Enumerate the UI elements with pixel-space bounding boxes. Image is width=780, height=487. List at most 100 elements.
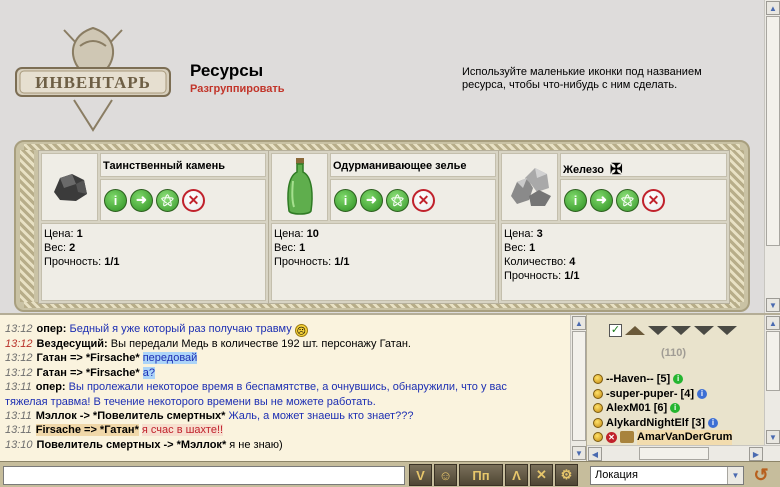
prop-row: Количество: 4 xyxy=(504,256,576,268)
info-icon[interactable]: i xyxy=(334,188,357,212)
prop-row: Цена: 10 xyxy=(274,228,319,240)
scroll-down-icon[interactable]: ▼ xyxy=(572,446,586,460)
users-hscrollbar[interactable]: ◀ ▶ xyxy=(587,445,780,461)
user-item[interactable]: AlexM01 [6] i xyxy=(593,401,732,416)
item-image[interactable] xyxy=(271,153,328,221)
use-icon[interactable]: ➜ xyxy=(590,188,613,212)
item-actions: i ➜ ⚝ ✕ xyxy=(560,179,727,221)
tool-button[interactable]: V xyxy=(409,464,432,486)
sort-up-icon[interactable] xyxy=(625,326,645,335)
user-item[interactable]: -super-puper- [4] i xyxy=(593,387,732,402)
info-icon[interactable]: i xyxy=(697,388,707,399)
info-icon[interactable]: i xyxy=(564,188,587,212)
item-image[interactable] xyxy=(41,153,98,221)
use-icon[interactable]: ➜ xyxy=(130,188,153,212)
scroll-thumb[interactable] xyxy=(572,331,586,441)
scroll-down-icon[interactable]: ▼ xyxy=(766,298,780,312)
user-status-icon xyxy=(593,388,603,399)
sad-smiley-icon: ☹ xyxy=(294,324,308,337)
users-scrollbar[interactable]: ▲ ▼ xyxy=(764,315,780,445)
filter-checkbox[interactable]: ✓ xyxy=(609,324,622,337)
item-card: Одурманивающее зелье i ➜ ⚝ ✕ Цена: 10 Ве… xyxy=(269,151,499,303)
chat-line: 13:10 Повелитель смертных -> *Мэллок* я н… xyxy=(5,438,283,451)
send-icon[interactable]: ⚝ xyxy=(386,188,409,212)
info-icon[interactable]: i xyxy=(708,417,719,428)
green-potion-icon xyxy=(286,158,313,215)
chat-scrollbar[interactable]: ▲ ▼ xyxy=(570,315,586,461)
send-icon[interactable]: ⚝ xyxy=(616,188,639,212)
scroll-thumb[interactable] xyxy=(639,447,709,460)
inventory-panel: ИНВЕНТАРЬ Ресурсы Разгруппировать Исполь… xyxy=(0,0,780,313)
smiley-button[interactable]: ☺ xyxy=(434,464,457,486)
location-select[interactable]: Локация ▼ xyxy=(590,466,744,485)
clear-button[interactable]: ✕ xyxy=(530,464,553,486)
user-item[interactable]: --Haven-- [5] i xyxy=(593,372,732,387)
chevron-down-icon[interactable]: ▼ xyxy=(727,467,743,484)
chat-line: 13:12 Гатан => *Firsache* передовай xyxy=(5,352,198,365)
tool-button[interactable]: Λ xyxy=(505,464,528,486)
craft-cross-icon: ✠ xyxy=(609,161,623,178)
chat-line: 13:11 Firsache => *Гатан* я счас в шахте!… xyxy=(5,424,224,437)
chat-line: 13:12 Вездесущий: Вы передали Медь в коли… xyxy=(5,338,411,350)
item-props: Цена: 10 Вес: 1 Прочность: 1/1 xyxy=(271,223,496,301)
use-icon[interactable]: ➜ xyxy=(360,188,383,212)
refresh-icon[interactable]: ↺ xyxy=(750,465,772,485)
user-status-icon xyxy=(593,403,603,414)
user-status-icon xyxy=(593,417,603,428)
sort-down-icon[interactable] xyxy=(671,326,691,335)
chat-line: 13:11 oпер: Вы пролежали некоторое время … xyxy=(5,381,507,394)
scroll-thumb[interactable] xyxy=(766,331,780,391)
scroll-left-icon[interactable]: ◀ xyxy=(588,447,602,461)
chat-line: 13:12 Гатан => *Firsache* а? xyxy=(5,366,155,379)
item-actions: i ➜ ⚝ ✕ xyxy=(100,179,266,221)
sort-down-icon[interactable] xyxy=(694,326,714,335)
user-item[interactable]: ✕ AmarVanDerGrum xyxy=(593,430,733,445)
prop-row: Вес: 2 xyxy=(44,242,76,254)
prop-row: Прочность: 1/1 xyxy=(274,256,350,268)
info-icon[interactable]: i xyxy=(104,188,127,212)
stone-icon xyxy=(53,174,87,201)
user-item[interactable]: AlykardNightElf [3] i xyxy=(593,416,732,431)
translit-button[interactable]: Пп xyxy=(459,464,503,486)
user-status-icon xyxy=(593,374,603,385)
items-frame: Таинственный камень i ➜ ⚝ ✕ Цена: 1 Вес:… xyxy=(14,140,750,312)
item-actions: i ➜ ⚝ ✕ xyxy=(330,179,496,221)
scroll-up-icon[interactable]: ▲ xyxy=(766,1,780,15)
settings-button[interactable]: ⚙ xyxy=(555,464,578,486)
online-icon: i xyxy=(670,403,681,414)
scroll-up-icon[interactable]: ▲ xyxy=(766,316,780,330)
chat-line: тяжелая травма! В течение некоторого вре… xyxy=(5,395,376,408)
prop-row: Прочность: 1/1 xyxy=(504,270,580,282)
delete-icon[interactable]: ✕ xyxy=(642,188,665,212)
online-icon: i xyxy=(673,374,684,385)
bottom-bar: V ☺ Пп Λ ✕ ⚙ Локация ▼ ↺ xyxy=(0,461,780,487)
clan-emblem-icon xyxy=(620,431,634,444)
item-image[interactable] xyxy=(501,153,558,221)
prop-row: Прочность: 1/1 xyxy=(44,256,120,268)
scroll-thumb[interactable] xyxy=(766,16,780,246)
prop-row: Цена: 1 xyxy=(44,228,83,240)
send-icon[interactable]: ⚝ xyxy=(156,188,179,212)
inventory-scrollbar[interactable]: ▲ ▼ xyxy=(764,0,780,313)
delete-icon[interactable]: ✕ xyxy=(412,188,435,212)
item-name: Железо ✠ xyxy=(560,153,727,178)
users-toolbar: ✓ xyxy=(609,324,737,337)
item-props: Цена: 3 Вес: 1 Количество: 4 Прочность: … xyxy=(501,223,727,301)
items-grid: Таинственный камень i ➜ ⚝ ✕ Цена: 1 Вес:… xyxy=(38,150,730,304)
scroll-right-icon[interactable]: ▶ xyxy=(749,447,763,461)
sort-down-icon[interactable] xyxy=(648,326,668,335)
delete-icon[interactable]: ✕ xyxy=(182,188,205,212)
ungroup-link[interactable]: Разгруппировать xyxy=(190,83,285,95)
item-props: Цена: 1 Вес: 2 Прочность: 1/1 xyxy=(41,223,266,301)
item-card: Таинственный камень i ➜ ⚝ ✕ Цена: 1 Вес:… xyxy=(39,151,269,303)
sort-down-icon[interactable] xyxy=(717,326,737,335)
chat-line: 13:11 Мэллок -> *Повелитель смертных* Жал… xyxy=(5,410,414,423)
scroll-up-icon[interactable]: ▲ xyxy=(572,316,586,330)
help-text: Используйте маленькие иконки под названи… xyxy=(462,66,702,91)
chat-log: 13:12 oпер: Бедный я уже который раз полу… xyxy=(0,313,586,461)
chat-toolbar: V ☺ Пп Λ ✕ ⚙ xyxy=(409,464,578,486)
users-list: --Haven-- [5] i -super-puper- [4] i Alex… xyxy=(593,372,733,445)
item-card: Железо ✠ i ➜ ⚝ ✕ Цена: 3 Вес: 1 Количеств… xyxy=(499,151,729,303)
scroll-down-icon[interactable]: ▼ xyxy=(766,430,780,444)
chat-input[interactable] xyxy=(3,466,405,485)
